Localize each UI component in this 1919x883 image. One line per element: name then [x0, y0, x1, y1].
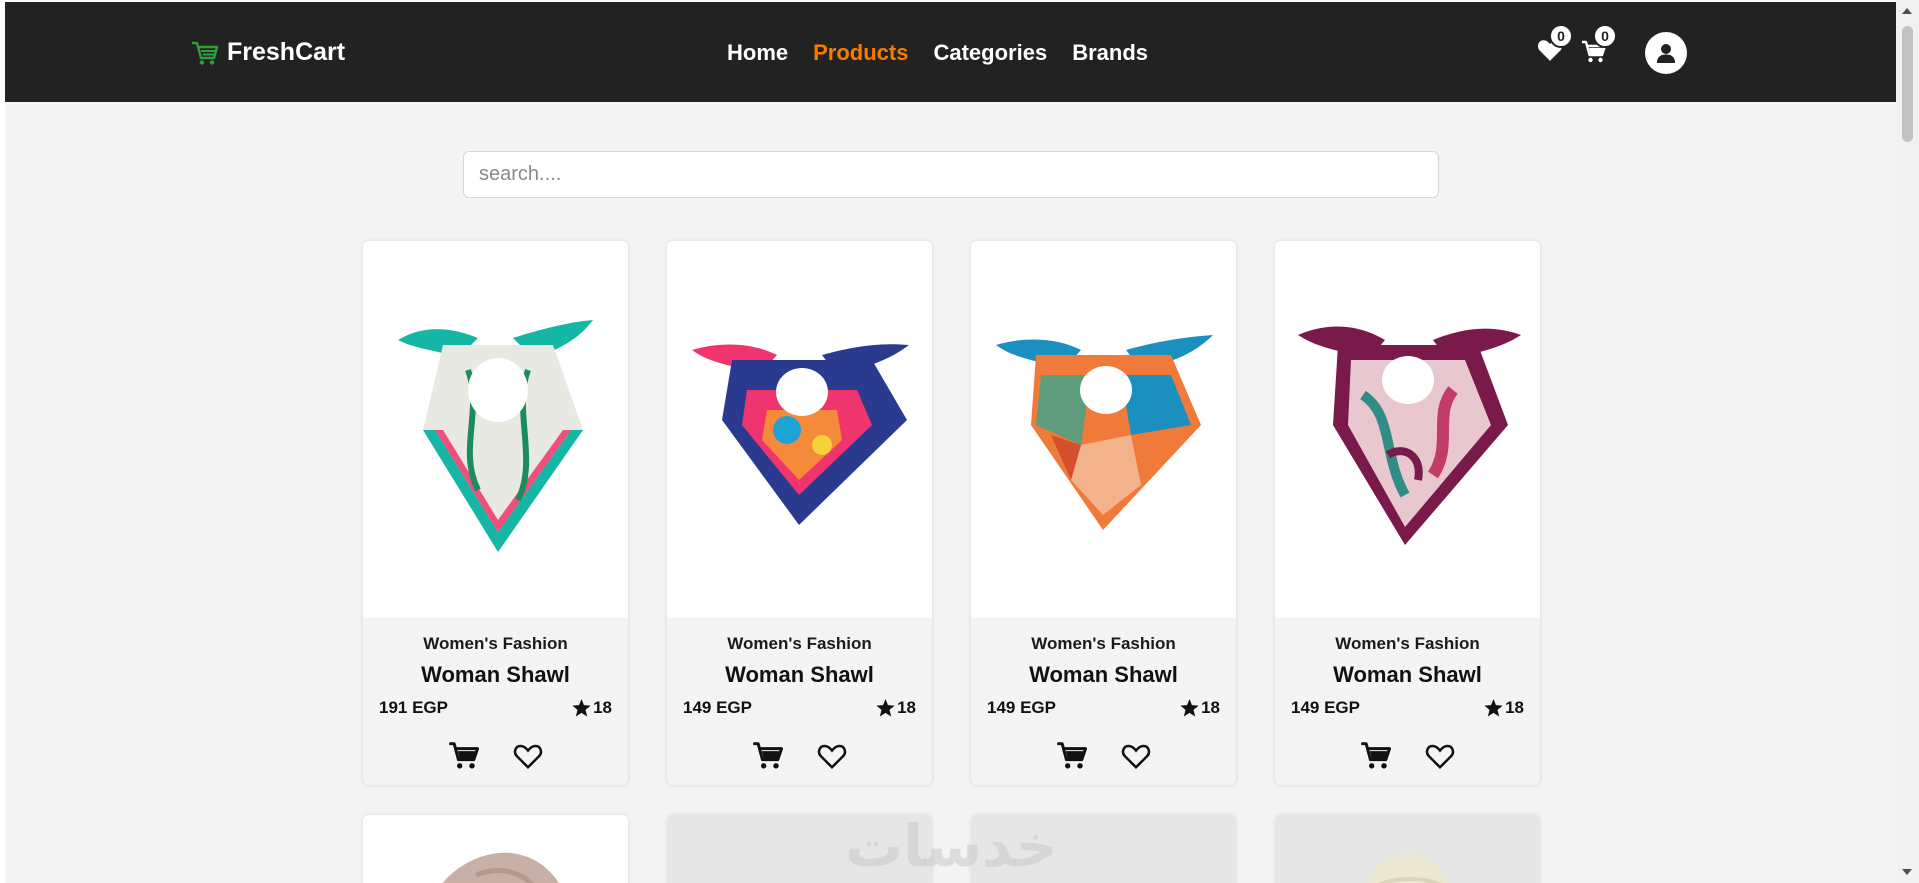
search-input[interactable]	[463, 151, 1439, 198]
add-to-cart-button[interactable]	[1056, 740, 1088, 772]
rating-value: 18	[593, 698, 612, 717]
page-viewport: FreshCart Home Products Categories Brand…	[5, 2, 1896, 883]
price-row: 149 EGP 18	[1291, 698, 1524, 718]
product-title[interactable]: Woman Shawl	[379, 662, 612, 688]
cart-button[interactable]: 0	[1581, 24, 1617, 69]
cart-logo-icon	[192, 41, 219, 65]
cart-icon	[1360, 742, 1391, 769]
product-info: Women's Fashion Woman Shawl 191 EGP 18	[363, 618, 628, 772]
nav-link-categories[interactable]: Categories	[933, 40, 1047, 66]
scroll-thumb[interactable]	[1902, 26, 1913, 142]
product-image[interactable]	[1275, 815, 1540, 883]
scarf-image	[692, 343, 909, 525]
main-nav: Home Products Categories Brands	[727, 40, 1148, 66]
product-rating: 18	[876, 698, 916, 718]
product-image[interactable]	[1275, 241, 1540, 618]
product-card[interactable]: Women's Fashion Woman Shawl 191 EGP 18	[363, 241, 628, 785]
product-image[interactable]	[667, 241, 932, 618]
product-price: 149 EGP	[1291, 698, 1360, 717]
price-row: 191 EGP 18	[379, 698, 612, 718]
price-row: 149 EGP 18	[683, 698, 916, 718]
nav-link-products[interactable]: Products	[813, 40, 908, 66]
product-card[interactable]: Women's Fashion Woman Shawl 149 EGP 18	[667, 241, 932, 785]
product-price: 191 EGP	[379, 698, 448, 717]
heart-outline-icon	[513, 744, 542, 770]
brand-name: FreshCart	[227, 38, 346, 66]
add-to-wishlist-button[interactable]	[1424, 740, 1456, 772]
user-icon	[1657, 44, 1675, 63]
heart-outline-icon	[1121, 744, 1150, 770]
add-to-cart-button[interactable]	[752, 740, 784, 772]
star-icon	[572, 699, 591, 717]
user-menu-button[interactable]	[1645, 32, 1687, 74]
product-title[interactable]: Woman Shawl	[683, 662, 916, 688]
product-rating: 18	[572, 698, 612, 718]
product-rating: 18	[1484, 698, 1524, 718]
product-info: Women's Fashion Woman Shawl 149 EGP 18	[971, 618, 1236, 772]
product-actions	[1291, 740, 1524, 772]
product-info: Women's Fashion Woman Shawl 149 EGP 18	[667, 618, 932, 772]
cart-icon	[1056, 742, 1087, 769]
product-category: Women's Fashion	[727, 634, 872, 653]
heart-outline-icon	[1425, 744, 1454, 770]
product-card[interactable]: Women's Fashion Woman Shawl 149 EGP 18	[971, 241, 1236, 785]
product-card[interactable]	[1275, 815, 1540, 883]
star-icon	[1484, 699, 1503, 717]
hijab-image	[442, 852, 559, 883]
product-price: 149 EGP	[987, 698, 1056, 717]
price-row: 149 EGP 18	[987, 698, 1220, 718]
product-card[interactable]	[363, 815, 628, 883]
product-info: Women's Fashion Woman Shawl 149 EGP 18	[1275, 618, 1540, 772]
product-category: Women's Fashion	[1031, 634, 1176, 653]
star-icon	[1180, 699, 1199, 717]
add-to-cart-button[interactable]	[1360, 740, 1392, 772]
nav-link-brands[interactable]: Brands	[1072, 40, 1148, 66]
rating-value: 18	[897, 698, 916, 717]
product-image[interactable]	[971, 241, 1236, 618]
watermark-logo: خدسات	[845, 812, 1058, 880]
product-thumb-image	[1367, 853, 1448, 883]
product-title[interactable]: Woman Shawl	[987, 662, 1220, 688]
product-actions	[683, 740, 916, 772]
add-to-wishlist-button[interactable]	[816, 740, 848, 772]
product-category: Women's Fashion	[1335, 634, 1480, 653]
add-to-cart-button[interactable]	[448, 740, 480, 772]
cart-icon	[752, 742, 783, 769]
product-actions	[987, 740, 1220, 772]
wishlist-count-badge: 0	[1549, 24, 1573, 48]
scroll-down-arrow[interactable]	[1902, 869, 1912, 875]
product-category: Women's Fashion	[423, 634, 568, 653]
product-title[interactable]: Woman Shawl	[1291, 662, 1524, 688]
product-image[interactable]	[363, 815, 628, 883]
scroll-up-arrow[interactable]	[1902, 8, 1912, 14]
product-rating: 18	[1180, 698, 1220, 718]
cart-icon	[448, 742, 479, 769]
heart-outline-icon	[817, 744, 846, 770]
brand-logo[interactable]: FreshCart	[191, 38, 345, 67]
product-price: 149 EGP	[683, 698, 752, 717]
nav-link-home[interactable]: Home	[727, 40, 788, 66]
scarf-image	[996, 334, 1213, 530]
page-scrollbar[interactable]	[1896, 0, 1919, 883]
cart-count-badge: 0	[1593, 24, 1617, 48]
scarf-image	[398, 319, 593, 552]
add-to-wishlist-button[interactable]	[1120, 740, 1152, 772]
product-grid: Women's Fashion Woman Shawl 191 EGP 18 W…	[363, 241, 1540, 883]
rating-value: 18	[1201, 698, 1220, 717]
product-card[interactable]: Women's Fashion Woman Shawl 149 EGP 18	[1275, 241, 1540, 785]
wishlist-button[interactable]: 0	[1537, 24, 1573, 67]
product-actions	[379, 740, 612, 772]
rating-value: 18	[1505, 698, 1524, 717]
star-icon	[876, 699, 895, 717]
scarf-image	[1297, 326, 1521, 545]
product-image[interactable]	[363, 241, 628, 618]
navbar: FreshCart Home Products Categories Brand…	[5, 2, 1896, 102]
add-to-wishlist-button[interactable]	[512, 740, 544, 772]
